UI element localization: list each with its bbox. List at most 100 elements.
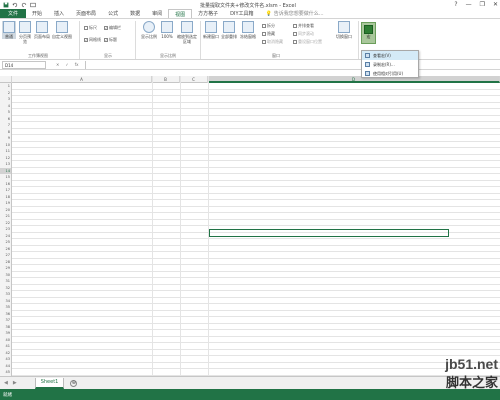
record-macro-label: 录制宏(R)...: [373, 61, 395, 67]
normal-view-button[interactable]: 普通: [2, 21, 16, 39]
restore-button[interactable]: ❐: [480, 1, 485, 8]
watermark-site: jb51.net: [445, 356, 498, 372]
zoom-label: 显示比例: [141, 34, 157, 39]
zoom-100-button[interactable]: 100%: [160, 21, 174, 39]
group-label-workbook-views: 工作簿视图: [28, 53, 48, 58]
redo-icon[interactable]: [21, 2, 27, 8]
side-by-side-icon: [293, 24, 297, 28]
macros-icon: [364, 25, 373, 34]
freeze-panes-icon: [242, 21, 254, 33]
tab-insert[interactable]: 插入: [48, 9, 70, 18]
headings-checkbox[interactable]: ✓ 标题: [104, 37, 117, 43]
save-icon[interactable]: [3, 2, 9, 8]
page-layout-view-button[interactable]: 页面布局: [34, 21, 50, 39]
customize-qat-icon[interactable]: [30, 2, 36, 8]
hide-button[interactable]: 隐藏: [262, 31, 275, 37]
tab-diy-toolbox[interactable]: DIY工具箱: [224, 9, 259, 18]
unhide-label: 取消隐藏: [267, 39, 283, 44]
tell-me-box[interactable]: 💡 告诉我您想要做什么...: [265, 10, 324, 18]
lightbulb-icon: 💡: [265, 10, 272, 17]
custom-views-button[interactable]: 自定义视图: [52, 21, 72, 39]
active-cell[interactable]: [209, 229, 449, 237]
gridlines-label: 网格线: [89, 37, 101, 42]
tab-file[interactable]: 文件: [0, 9, 27, 18]
view-macros-menu-item[interactable]: 查看宏(V): [362, 51, 418, 60]
side-by-side-label: 并排查看: [298, 23, 314, 28]
formula-input[interactable]: [84, 60, 500, 69]
ribbon-tabs: 文件 开始 插入 页面布局 公式 数据 审阅 视图 方方格子 DIY工具箱 💡 …: [0, 9, 500, 18]
undo-icon[interactable]: [12, 2, 18, 8]
group-label-show: 显示: [104, 53, 112, 58]
unhide-button[interactable]: 取消隐藏: [262, 39, 283, 45]
row-header[interactable]: 45: [0, 369, 12, 376]
insert-function-icon[interactable]: fx: [75, 62, 79, 67]
minimize-button[interactable]: —: [466, 1, 472, 8]
ruler-check-icon: [84, 26, 88, 30]
reset-window-position-button[interactable]: 重设窗口位置: [293, 39, 322, 45]
tab-home[interactable]: 开始: [26, 9, 48, 18]
zoom-to-selection-button[interactable]: 缩放到选定区域: [176, 21, 198, 44]
freeze-panes-label: 冻结窗格: [240, 34, 256, 39]
next-sheet-icon[interactable]: ▶: [13, 380, 17, 386]
tab-page-layout[interactable]: 页面布局: [70, 9, 102, 18]
split-button[interactable]: 拆分: [262, 23, 275, 29]
view-macros-label: 查看宏(V): [373, 52, 391, 58]
record-macro-menu-item[interactable]: 录制宏(R)...: [362, 60, 418, 69]
custom-views-icon: [56, 21, 68, 33]
tab-data[interactable]: 数据: [124, 9, 146, 18]
tab-fangfang[interactable]: 方方格子: [192, 9, 224, 18]
arrange-all-button[interactable]: 全部重排: [220, 21, 238, 39]
arrange-all-label: 全部重排: [221, 34, 237, 39]
formula-bar-checkbox[interactable]: ✓ 编辑栏: [104, 25, 121, 31]
page-break-label: 分页预览: [19, 34, 31, 44]
group-separator: [79, 21, 80, 59]
switch-windows-icon: [338, 21, 350, 33]
headings-check-icon: ✓: [104, 38, 108, 42]
enter-icon[interactable]: ✓: [65, 62, 68, 67]
page-layout-label: 页面布局: [34, 34, 50, 39]
cancel-icon[interactable]: ✕: [56, 62, 59, 67]
relative-references-icon: [365, 71, 370, 76]
magnifier-icon: [143, 21, 155, 33]
ruler-checkbox[interactable]: 标尺: [84, 25, 97, 31]
quick-access-toolbar: [0, 2, 36, 8]
window-controls: ? — ❐ ✕: [454, 1, 498, 8]
worksheet-grid[interactable]: A B C D 1 2 3 4 5 6 7 8 9 10 11 12 13 14 15 16 17 18 19 20 2…: [0, 76, 500, 376]
sheet-tab-sheet1[interactable]: Sheet1: [34, 377, 65, 389]
tab-view[interactable]: 视图: [168, 9, 193, 18]
new-window-button[interactable]: 新建窗口: [202, 21, 220, 39]
switch-windows-button[interactable]: 切换窗口: [333, 21, 355, 39]
formula-bar-label: 编辑栏: [109, 25, 121, 30]
prev-sheet-icon[interactable]: ◀: [4, 380, 8, 386]
column-header-d[interactable]: D: [208, 76, 500, 83]
split-label: 拆分: [267, 23, 275, 28]
column-header-b[interactable]: B: [152, 76, 180, 83]
new-window-icon: [205, 21, 217, 33]
custom-views-label: 自定义视图: [52, 34, 72, 39]
synchronous-scrolling-button[interactable]: 同步滚动: [293, 31, 314, 37]
view-side-by-side-button[interactable]: 并排查看: [293, 23, 314, 29]
sync-scroll-label: 同步滚动: [298, 31, 314, 36]
column-header-c[interactable]: C: [180, 76, 208, 83]
close-button[interactable]: ✕: [493, 1, 498, 8]
zoom-button[interactable]: 显示比例: [140, 21, 158, 39]
gridlines-checkbox[interactable]: ✓ 网格线: [84, 37, 101, 43]
zoom-selection-icon: [181, 21, 193, 33]
select-all-corner[interactable]: [0, 76, 12, 83]
page-break-preview-button[interactable]: 分页预览: [18, 21, 32, 44]
reset-position-label: 重设窗口位置: [298, 39, 322, 44]
add-sheet-button[interactable]: ⊕: [70, 379, 78, 387]
freeze-panes-button[interactable]: 冻结窗格: [238, 21, 258, 39]
name-box[interactable]: D14: [2, 60, 46, 69]
reset-position-icon: [293, 40, 297, 44]
help-button[interactable]: ?: [454, 1, 457, 8]
macros-button[interactable]: 宏: [361, 22, 376, 44]
ruler-label: 标尺: [89, 25, 97, 30]
column-header-a[interactable]: A: [12, 76, 152, 83]
headings-label: 标题: [109, 37, 117, 42]
sheet-nav: ◀ ▶: [4, 380, 17, 386]
page-layout-icon: [36, 21, 48, 33]
tab-formulas[interactable]: 公式: [102, 9, 124, 18]
tab-review[interactable]: 审阅: [146, 9, 168, 18]
relative-references-menu-item[interactable]: 使用相对引用(U): [362, 69, 418, 78]
